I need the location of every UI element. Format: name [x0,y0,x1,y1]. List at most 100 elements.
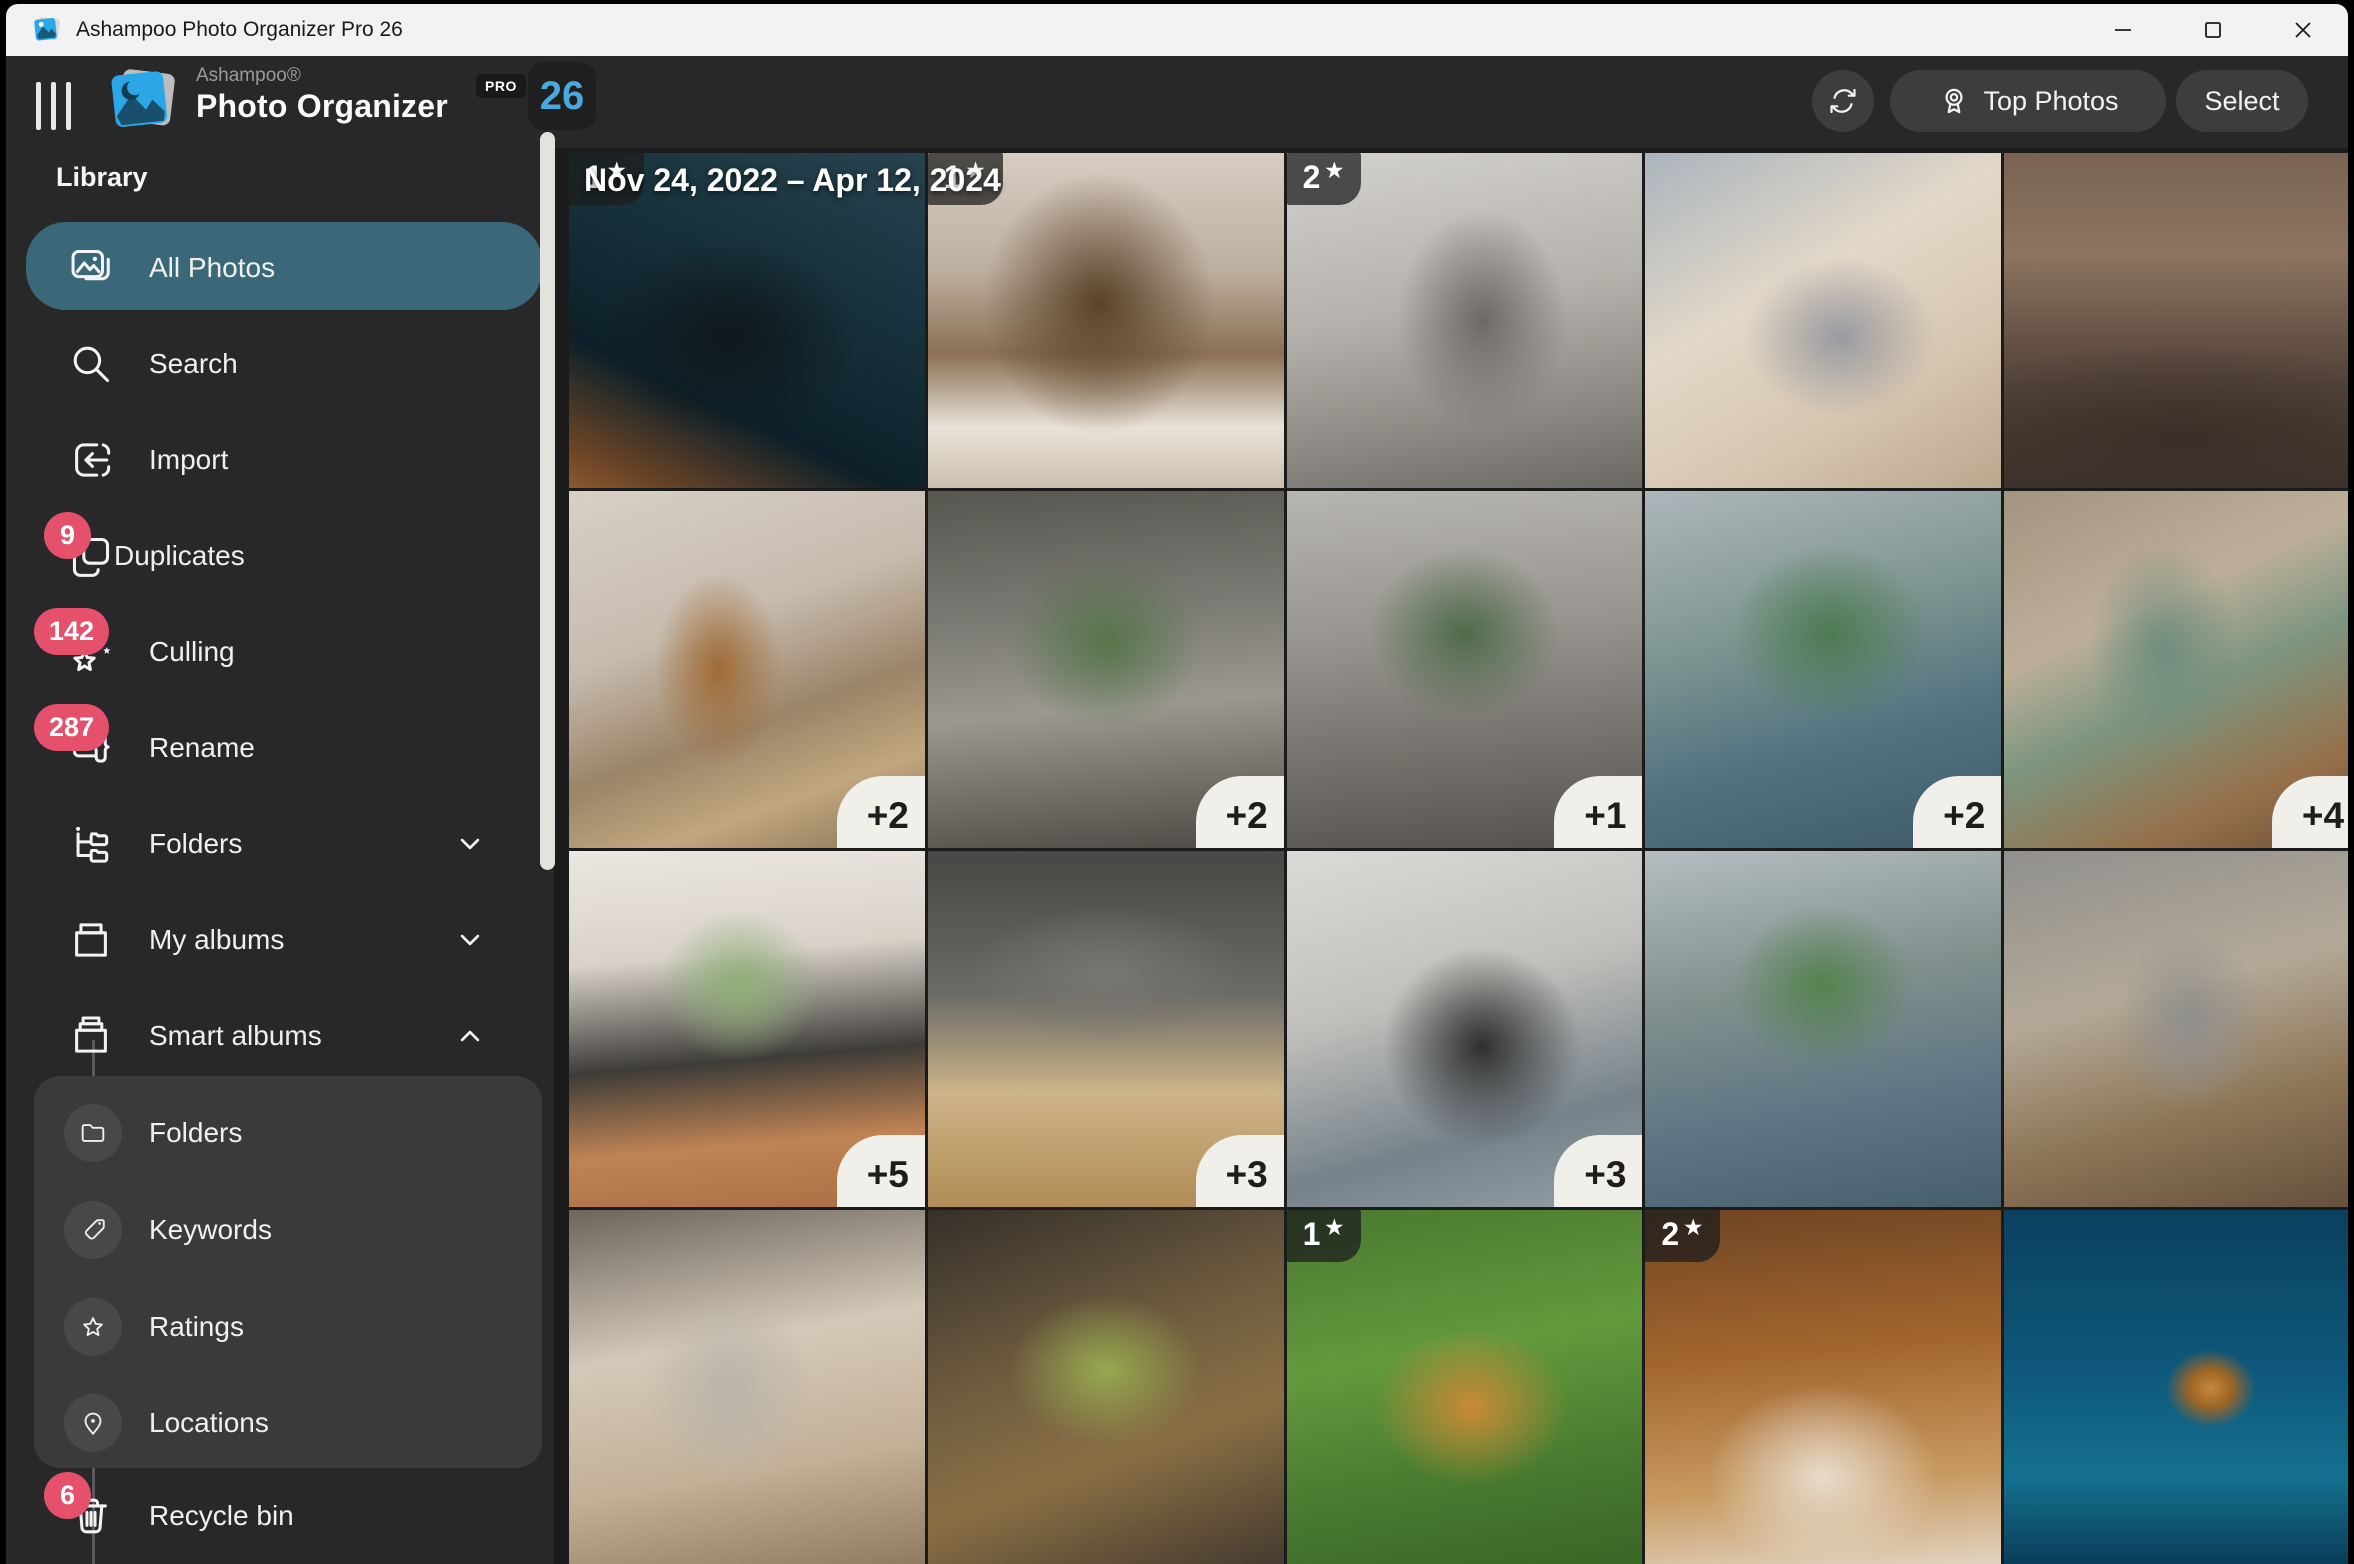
photo-tile[interactable]: +5 [569,851,925,1207]
sidebar-item-label: Culling [149,636,235,668]
sidebar-item-label: Smart albums [149,1020,322,1052]
star-icon: ★ [1325,1218,1343,1238]
select-button[interactable]: Select [2176,70,2308,132]
scrollbar-thumb[interactable] [540,132,555,870]
recycle-count-badge: 6 [44,1472,91,1519]
sidebar-subitem-locations[interactable]: Locations [6,1394,554,1452]
tag-icon [64,1201,122,1259]
library-heading: Library [56,162,148,193]
duplicates-count-badge: 9 [44,512,91,559]
more-count-badge: +2 [1913,776,2001,848]
refresh-icon [1826,84,1860,118]
sidebar-item-folders[interactable]: Folders [6,812,554,876]
photo-tile[interactable]: +3 [928,851,1284,1207]
sidebar-subitem-label: Folders [149,1117,242,1149]
maximize-button[interactable] [2168,4,2258,56]
chevron-up-icon[interactable] [452,1018,488,1054]
rating-badge: 2★ [1645,1210,1720,1262]
sidebar: Library All Photos Search [6,148,554,1564]
rating-badge: 2★ [1287,153,1362,205]
top-photos-label: Top Photos [1983,86,2118,117]
brand-main-label: Photo Organizer [196,90,448,122]
sidebar-item-label: Rename [149,732,255,764]
photo-tile[interactable]: +3 [1287,851,1643,1207]
photo-tile[interactable]: 1★ [928,153,1284,488]
photo-tile[interactable]: 2★ [1287,153,1643,488]
version-number: 26 [540,74,585,119]
sidebar-item-label: Recycle bin [149,1500,294,1532]
culling-count-badge: 142 [34,608,109,655]
rating-badge: 1★ [1287,1210,1362,1262]
search-icon [68,341,114,387]
brand-logo-icon [106,64,180,140]
star-icon [64,1298,122,1356]
photo-tile[interactable] [2004,1210,2348,1564]
window-title: Ashampoo Photo Organizer Pro 26 [76,18,403,42]
more-count-badge: +5 [837,1135,925,1207]
top-photos-button[interactable]: Top Photos [1890,70,2166,132]
sidebar-item-label: Duplicates [114,540,245,572]
close-button[interactable] [2258,4,2348,56]
rename-count-badge: 287 [34,704,109,751]
photo-tile[interactable]: +2 [928,491,1284,848]
select-label: Select [2204,86,2279,117]
menu-icon[interactable] [36,82,80,130]
chevron-down-icon[interactable] [452,922,488,958]
photo-tile[interactable] [1645,153,2001,488]
photo-tile[interactable]: 1★ [569,153,925,488]
sidebar-item-label: Folders [149,828,242,860]
more-count-badge: +2 [1196,776,1284,848]
photo-tile[interactable]: +2 [569,491,925,848]
sidebar-item-search[interactable]: Search [6,332,554,396]
star-icon: ★ [1325,161,1343,181]
sidebar-subitem-label: Locations [149,1407,269,1439]
sidebar-subitem-ratings[interactable]: Ratings [6,1298,554,1356]
pin-icon [64,1394,122,1452]
photos-icon [68,245,114,291]
pro-badge: PRO [476,74,526,98]
more-count-badge: +3 [1196,1135,1284,1207]
photo-tile[interactable] [569,1210,925,1564]
version-badge: 26 [528,62,596,130]
albums-icon [68,917,114,963]
app-logo-icon [32,15,62,45]
brand-small-label: Ashampoo® [196,66,448,85]
more-count-badge: +3 [1554,1135,1642,1207]
photo-tile[interactable] [1645,851,2001,1207]
folder-icon [64,1104,122,1162]
smart-albums-icon [68,1013,114,1059]
sidebar-item-label: Import [149,444,228,476]
sidebar-subitem-label: Ratings [149,1311,244,1343]
photo-tile[interactable]: +4 [2004,491,2348,848]
date-range-header: Nov 24, 2022 – Apr 12, 2024 [584,162,1001,199]
more-count-badge: +4 [2272,776,2348,848]
photo-tile[interactable]: 1★ [1287,1210,1643,1564]
sidebar-subitem-keywords[interactable]: Keywords [6,1201,554,1259]
chevron-down-icon[interactable] [452,826,488,862]
sidebar-item-all-photos[interactable]: All Photos [6,236,554,300]
refresh-button[interactable] [1812,70,1874,132]
folder-tree-icon [68,821,114,867]
minimize-button[interactable] [2078,4,2168,56]
app-header: Ashampoo® Photo Organizer PRO 26 Top Pho… [6,56,2348,148]
sidebar-subitem-label: Keywords [149,1214,272,1246]
import-icon [68,437,114,483]
photo-tile[interactable]: +2 [1645,491,2001,848]
sidebar-subitem-folders[interactable]: Folders [6,1104,554,1162]
photo-tile[interactable] [928,1210,1284,1564]
photo-tile[interactable] [2004,851,2348,1207]
more-count-badge: +2 [837,776,925,848]
star-icon: ★ [1684,1218,1702,1238]
more-count-badge: +1 [1554,776,1642,848]
sidebar-item-import[interactable]: Import [6,428,554,492]
app-window: Ashampoo Photo Organizer Pro 26 Ash [6,4,2348,1564]
title-bar: Ashampoo Photo Organizer Pro 26 [6,4,2348,56]
brand-block: Ashampoo® Photo Organizer [196,66,448,122]
photo-tile[interactable]: +1 [1287,491,1643,848]
sidebar-item-label: Search [149,348,238,380]
award-icon [1937,84,1971,118]
sidebar-item-smart-albums[interactable]: Smart albums [6,1004,554,1068]
sidebar-item-my-albums[interactable]: My albums [6,908,554,972]
photo-tile[interactable]: 2★ [1645,1210,2001,1564]
photo-tile[interactable] [2004,153,2348,488]
